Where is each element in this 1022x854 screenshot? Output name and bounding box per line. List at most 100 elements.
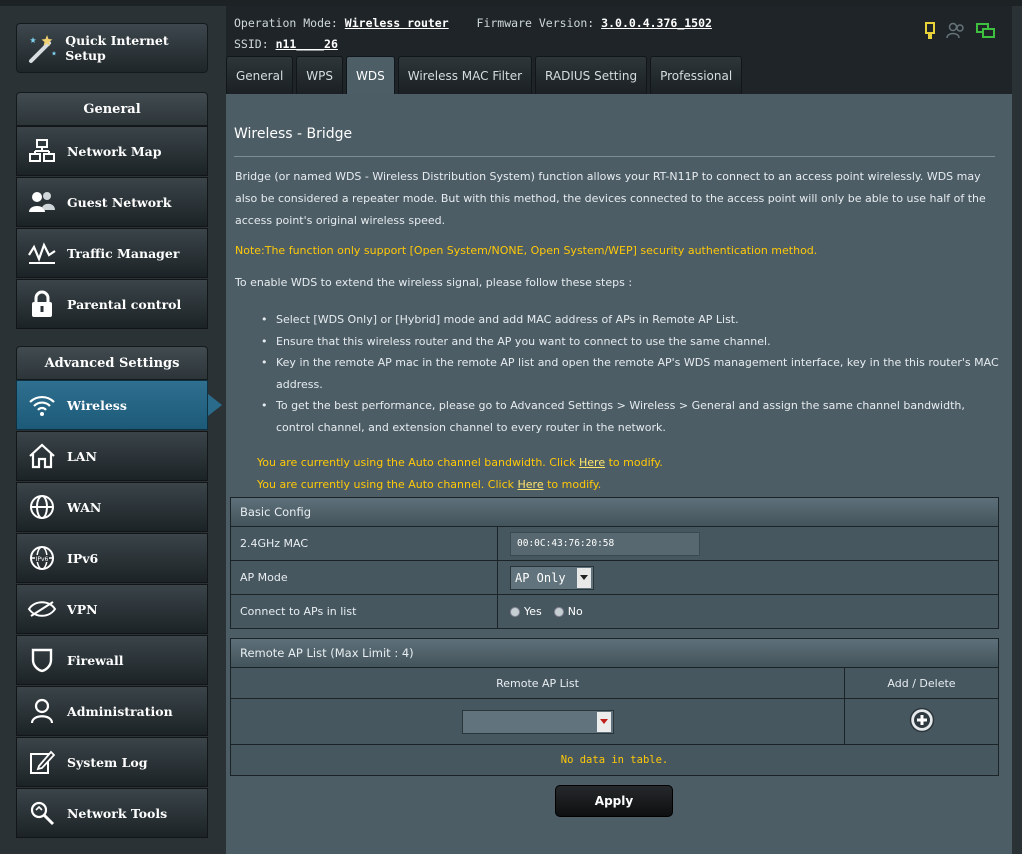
wireless-tabs: General WPS WDS Wireless MAC Filter RADI…	[226, 56, 745, 94]
vpn-icon	[23, 590, 61, 628]
radio-label: No	[567, 605, 583, 618]
ssid-line: SSID: n11____26	[234, 37, 338, 51]
svg-text:IPv6: IPv6	[36, 556, 49, 563]
sidebar-item-system-log[interactable]: System Log	[16, 737, 208, 787]
channel-here-link[interactable]: Here	[518, 478, 544, 491]
sidebar-item-lan[interactable]: LAN	[16, 431, 208, 481]
guest-users-icon	[23, 183, 61, 221]
tab-general[interactable]: General	[226, 56, 294, 94]
tab-professional[interactable]: Professional	[650, 56, 743, 94]
clients-status-icon[interactable]	[946, 22, 966, 44]
security-note: Note:The function only support [Open Sys…	[235, 244, 818, 257]
add-delete-column: Add / Delete	[887, 676, 956, 690]
title-divider	[234, 156, 995, 157]
list-item: To get the best performance, please go t…	[259, 395, 999, 438]
status-icons	[924, 22, 996, 44]
quick-internet-setup-button[interactable]: Quick Internet Setup	[16, 23, 208, 73]
table-row: Connect to APs in list Yes No	[231, 595, 998, 628]
connect-yes-radio[interactable]: Yes	[510, 605, 542, 618]
sidebar-item-label: Parental control	[67, 296, 182, 312]
remote-ap-select[interactable]	[461, 709, 614, 734]
wds-description: Bridge (or named WDS - Wireless Distribu…	[235, 170, 986, 227]
sidebar-item-label: VPN	[67, 601, 98, 617]
radio-dot-icon	[553, 606, 564, 617]
ap-mode-value: AP Only	[515, 570, 566, 585]
active-item-pointer	[208, 394, 222, 416]
sidebar-item-ipv6[interactable]: IPv6 IPv6	[16, 533, 208, 583]
chevron-down-icon	[596, 711, 611, 732]
channel-warning: You are currently using the Auto channel…	[257, 478, 601, 491]
tab-wps[interactable]: WPS	[296, 56, 344, 94]
remote-ap-list-column: Remote AP List	[231, 668, 845, 698]
basic-config-table: Basic Config 2.4GHz MAC 00:0C:43:76:20:5…	[230, 497, 999, 629]
sidebar-item-label: Guest Network	[67, 194, 172, 210]
sidebar-item-label: Administration	[67, 703, 173, 719]
network-map-icon	[23, 132, 61, 170]
connect-aps-label: Connect to APs in list	[231, 595, 498, 628]
usb-status-icon[interactable]	[924, 22, 936, 44]
sidebar-item-label: Firewall	[67, 652, 124, 668]
warning-text: to modify.	[543, 478, 602, 491]
internet-status-icon[interactable]	[976, 22, 996, 44]
general-section-header: General	[16, 92, 208, 126]
chevron-down-icon	[577, 567, 591, 588]
bandwidth-here-link[interactable]: Here	[579, 456, 605, 469]
apply-button[interactable]: Apply	[555, 785, 673, 817]
top-status-bar: Operation Mode: Wireless router Firmware…	[226, 6, 1012, 94]
globe-icon	[23, 488, 61, 526]
ssid-link[interactable]: n11____26	[276, 37, 338, 51]
page-title: Wireless - Bridge	[234, 126, 353, 142]
network-tools-icon	[23, 794, 61, 832]
sidebar-item-guest-network[interactable]: Guest Network	[16, 177, 208, 227]
sidebar-item-administration[interactable]: Administration	[16, 686, 208, 736]
lock-icon	[23, 285, 61, 323]
ap-mode-select[interactable]: AP Only	[510, 565, 594, 590]
mac-address-field[interactable]: 00:0C:43:76:20:58	[510, 531, 700, 556]
connect-no-radio[interactable]: No	[553, 605, 583, 618]
tab-wireless-mac-filter[interactable]: Wireless MAC Filter	[397, 56, 533, 94]
warning-text: You are currently using the Auto channel…	[257, 478, 518, 491]
sidebar: Quick Internet Setup General Network Map…	[0, 6, 222, 854]
log-edit-icon	[23, 743, 61, 781]
sidebar-item-traffic-manager[interactable]: Traffic Manager	[16, 228, 208, 278]
remote-ap-list-header: Remote AP List (Max Limit : 4)	[231, 639, 998, 668]
channel-bandwidth-warning: You are currently using the Auto channel…	[257, 456, 663, 469]
sidebar-item-network-map[interactable]: Network Map	[16, 126, 208, 176]
sidebar-item-label: IPv6	[67, 550, 99, 566]
sidebar-item-parental-control[interactable]: Parental control	[16, 279, 208, 329]
table-row: 2.4GHz MAC 00:0C:43:76:20:58	[231, 527, 998, 561]
sidebar-item-wireless[interactable]: Wireless	[16, 380, 208, 430]
operation-mode-link[interactable]: Wireless router	[345, 16, 449, 30]
tab-wds[interactable]: WDS	[346, 56, 395, 94]
steps-intro: To enable WDS to extend the wireless sig…	[235, 276, 633, 289]
home-icon	[23, 437, 61, 475]
add-icon[interactable]	[909, 707, 935, 737]
list-item: Ensure that this wireless router and the…	[259, 331, 999, 353]
sidebar-item-label: Network Tools	[67, 805, 168, 821]
magic-wand-icon	[23, 28, 61, 68]
main-content: Wireless - Bridge Bridge (or named WDS -…	[226, 94, 1012, 854]
sidebar-item-label: WAN	[67, 499, 102, 515]
sidebar-item-label: LAN	[67, 448, 97, 464]
basic-config-header: Basic Config	[231, 498, 998, 527]
ap-mode-label: AP Mode	[231, 561, 498, 594]
sidebar-item-vpn[interactable]: VPN	[16, 584, 208, 634]
table-row	[231, 699, 998, 745]
tab-radius-setting[interactable]: RADIUS Setting	[535, 56, 648, 94]
sidebar-item-wan[interactable]: WAN	[16, 482, 208, 532]
remote-ap-column-headers: Remote AP List Add / Delete	[231, 668, 998, 699]
sidebar-item-firewall[interactable]: Firewall	[16, 635, 208, 685]
warning-text: You are currently using the Auto channel…	[257, 456, 580, 469]
radio-label: Yes	[524, 605, 542, 618]
ipv6-globe-icon: IPv6	[23, 539, 61, 577]
empty-table-message: No data in table.	[231, 745, 998, 775]
firmware-version-link[interactable]: 3.0.0.4.376_1502	[601, 16, 712, 30]
mac-label: 2.4GHz MAC	[231, 527, 498, 560]
firmware-version-label: Firmware Version:	[476, 16, 595, 30]
ssid-label: SSID:	[234, 37, 269, 51]
radio-dot-icon	[510, 606, 520, 617]
sidebar-item-network-tools[interactable]: Network Tools	[16, 788, 208, 838]
steps-list: Select [WDS Only] or [Hybrid] mode and a…	[259, 309, 999, 438]
admin-user-icon	[23, 692, 61, 730]
warning-text: to modify.	[605, 456, 663, 469]
